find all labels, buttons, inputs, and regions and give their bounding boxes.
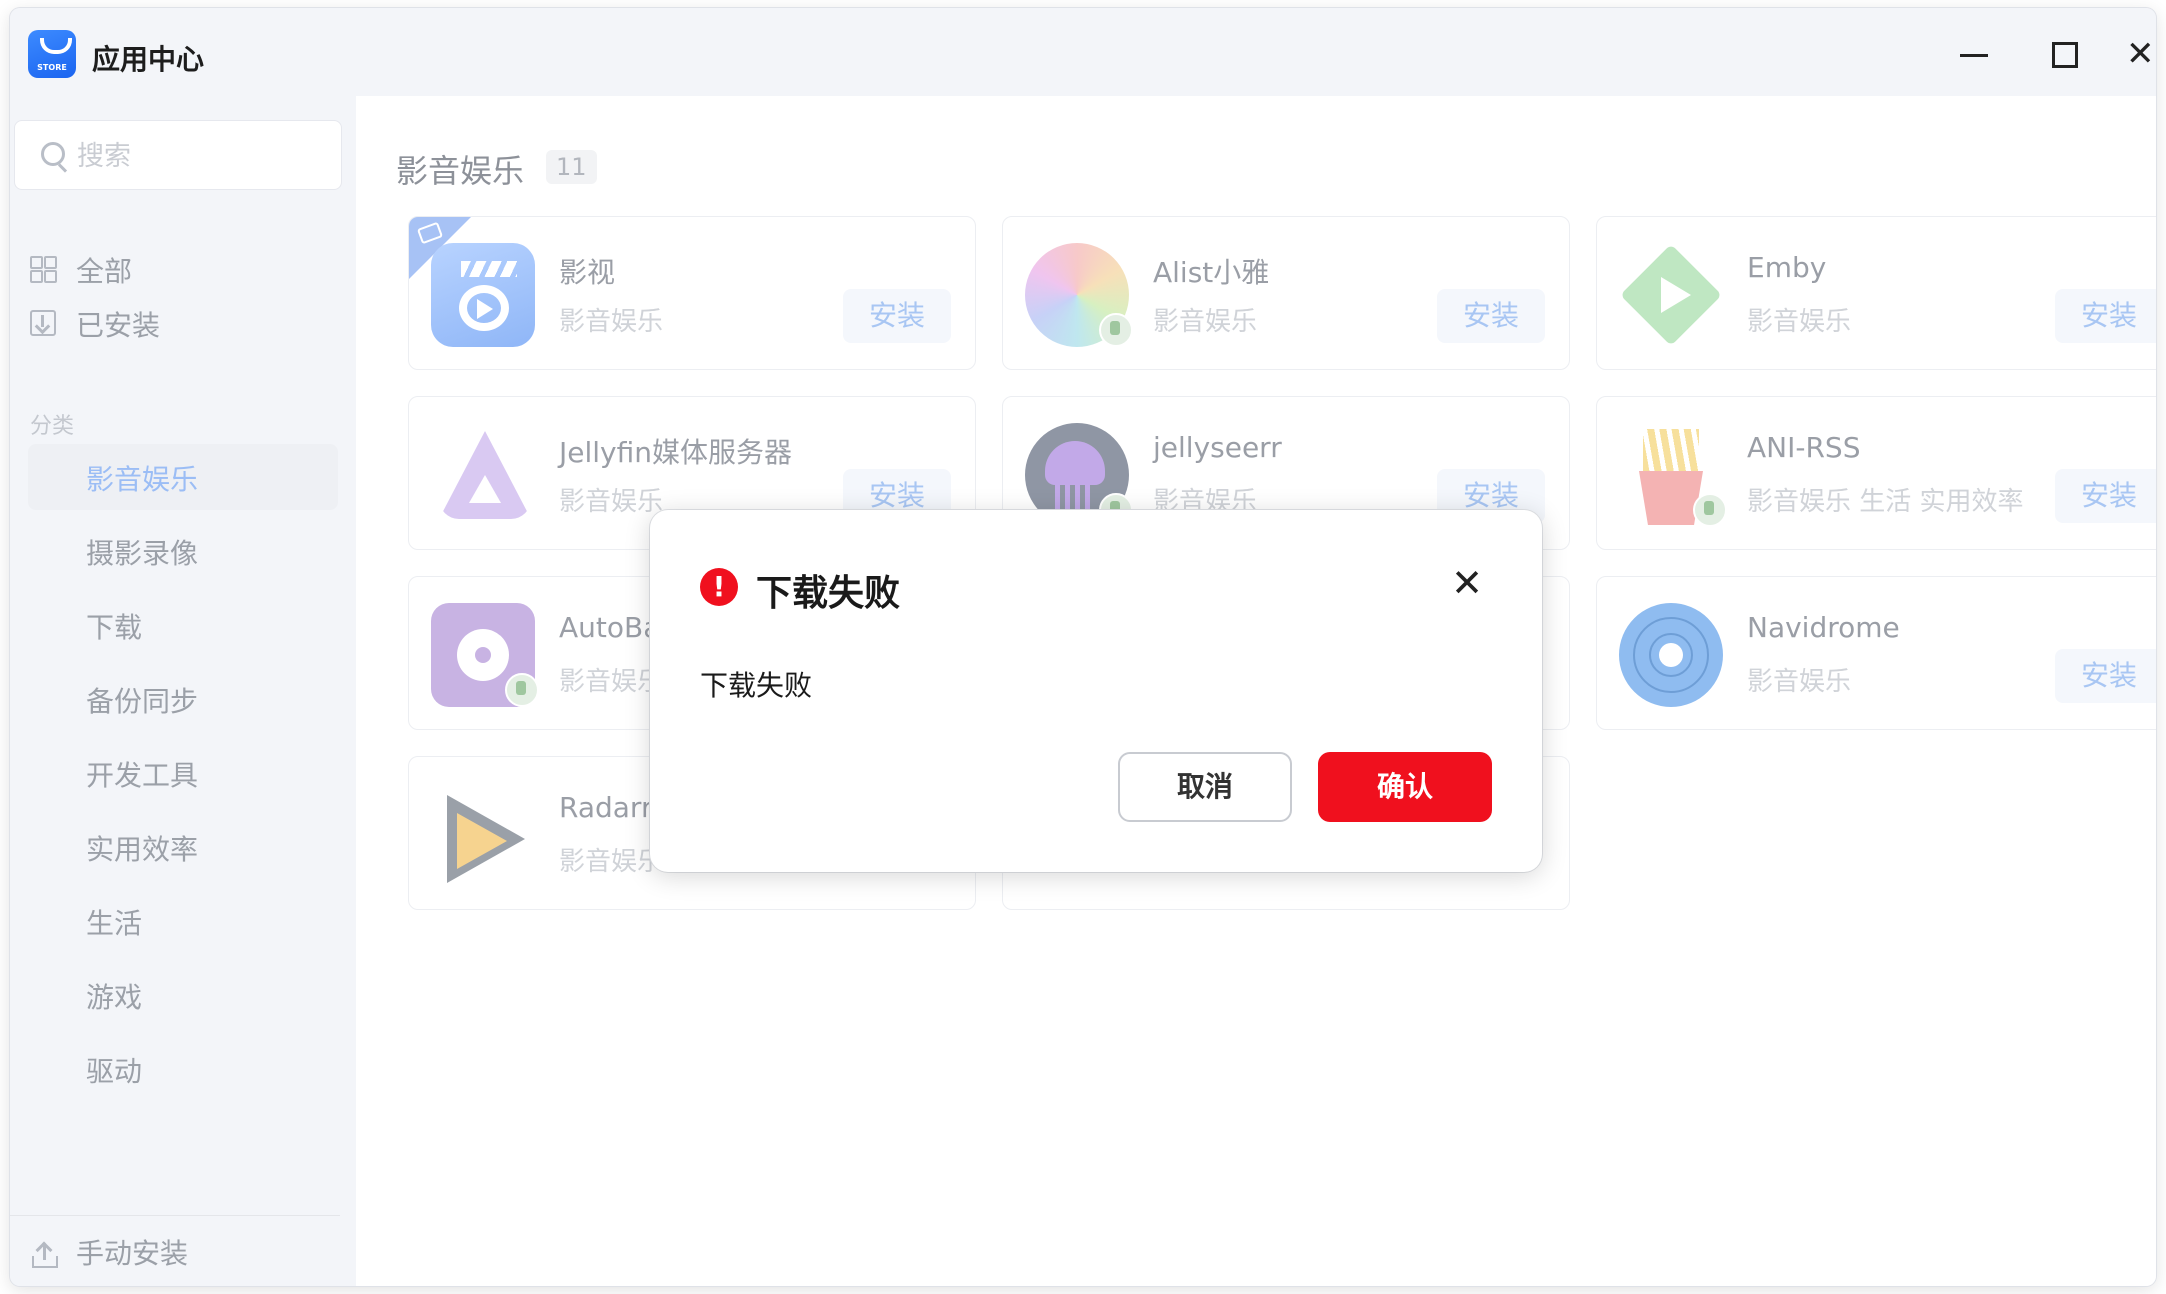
dialog-close-button[interactable]: ✕ bbox=[1444, 560, 1490, 606]
modal-overlay: ! 下载失败 ✕ 下载失败 取消 确认 bbox=[0, 0, 2166, 1294]
confirm-button[interactable]: 确认 bbox=[1318, 752, 1492, 822]
dialog-message: 下载失败 bbox=[700, 669, 813, 702]
dialog-title: 下载失败 bbox=[756, 573, 901, 614]
cancel-button[interactable]: 取消 bbox=[1118, 752, 1292, 822]
error-icon: ! bbox=[700, 568, 738, 606]
error-dialog: ! 下载失败 ✕ 下载失败 取消 确认 bbox=[650, 510, 1542, 872]
